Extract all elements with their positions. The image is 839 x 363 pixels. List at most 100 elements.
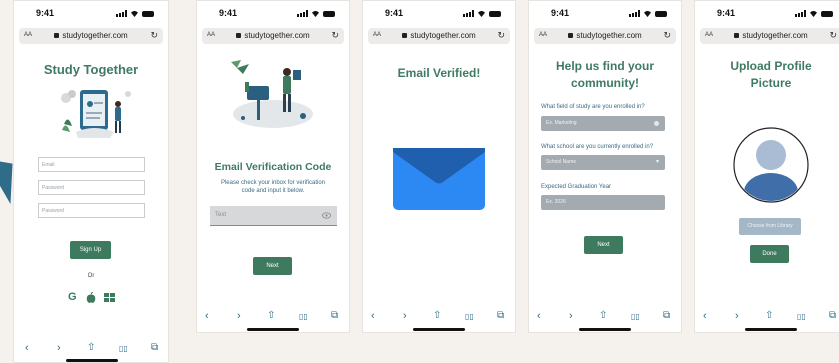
page-title: Email Verified! bbox=[397, 66, 481, 80]
reload-icon[interactable]: ↻ bbox=[663, 30, 671, 41]
address-bar[interactable]: AA studytogether.com ↻ bbox=[368, 28, 510, 44]
school-select[interactable]: School Name ▾ bbox=[541, 155, 665, 170]
bookmarks-icon[interactable]: ▯▯ bbox=[299, 312, 308, 321]
bookmarks-icon[interactable]: ▯▯ bbox=[119, 344, 128, 353]
forward-icon[interactable]: › bbox=[237, 310, 241, 322]
apple-icon[interactable] bbox=[86, 292, 96, 304]
tabs-icon[interactable]: ⧉ bbox=[829, 310, 836, 321]
signal-icon bbox=[297, 10, 308, 17]
reload-icon[interactable]: ↻ bbox=[331, 30, 339, 41]
next-button[interactable]: Next bbox=[584, 236, 623, 254]
bookmarks-icon[interactable]: ▯▯ bbox=[797, 312, 806, 321]
wifi-icon bbox=[644, 10, 651, 17]
forward-icon[interactable]: › bbox=[403, 310, 407, 322]
next-button[interactable]: Next bbox=[253, 257, 292, 275]
school-placeholder: School Name bbox=[546, 159, 577, 165]
share-icon[interactable]: ⇧ bbox=[599, 310, 607, 321]
field-of-study-placeholder: Ex. Marketing bbox=[546, 120, 577, 126]
bookmarks-icon[interactable]: ▯▯ bbox=[631, 312, 640, 321]
google-icon[interactable]: G bbox=[68, 291, 77, 303]
dropdown-arrow-icon: ▾ bbox=[655, 159, 659, 165]
eye-icon[interactable] bbox=[322, 212, 331, 219]
back-icon[interactable]: ‹ bbox=[371, 310, 375, 322]
browser-toolbar: ‹ › ⇧ ▯▯ ⧉ bbox=[14, 340, 168, 360]
tabs-icon[interactable]: ⧉ bbox=[331, 310, 338, 321]
mailbox-illustration bbox=[231, 60, 313, 128]
social-login-row: G bbox=[68, 291, 118, 305]
status-time: 9:41 bbox=[551, 8, 570, 18]
graduation-year-input[interactable]: Ex. 2026 bbox=[541, 195, 665, 210]
page-title: Email Verification Code bbox=[214, 161, 332, 173]
browser-toolbar: ‹ › ⇧ ▯▯ ⧉ bbox=[529, 308, 681, 328]
home-indicator[interactable] bbox=[579, 328, 631, 331]
status-bar: 9:41 bbox=[695, 8, 839, 22]
field-of-study-input[interactable]: Ex. Marketing bbox=[541, 116, 665, 131]
lock-icon bbox=[568, 33, 574, 38]
wifi-icon bbox=[131, 10, 138, 17]
share-icon[interactable]: ⇧ bbox=[765, 310, 773, 321]
share-icon[interactable]: ⇧ bbox=[433, 310, 441, 321]
search-icon bbox=[654, 121, 659, 126]
home-indicator[interactable] bbox=[745, 328, 797, 331]
home-indicator[interactable] bbox=[247, 328, 299, 331]
share-icon[interactable]: ⇧ bbox=[87, 342, 95, 353]
url-text: studytogether.com bbox=[410, 31, 476, 40]
tabs-icon[interactable]: ⧉ bbox=[497, 310, 504, 321]
tabs-icon[interactable]: ⧉ bbox=[151, 342, 158, 353]
address-bar[interactable]: AA studytogether.com ↻ bbox=[19, 28, 163, 44]
status-bar: 9:41 bbox=[14, 8, 168, 22]
signup-button[interactable]: Sign Up bbox=[70, 241, 111, 259]
address-bar[interactable]: AA studytogether.com ↻ bbox=[202, 28, 344, 44]
signal-icon bbox=[463, 10, 474, 17]
address-bar[interactable]: AA studytogether.com ↻ bbox=[700, 28, 839, 44]
wifi-icon bbox=[478, 10, 485, 17]
page-title: Study Together bbox=[43, 62, 139, 77]
bookmarks-icon[interactable]: ▯▯ bbox=[465, 312, 474, 321]
home-indicator[interactable] bbox=[413, 328, 465, 331]
choose-from-library-button[interactable]: Choose from Library bbox=[739, 218, 801, 235]
url-text: studytogether.com bbox=[244, 31, 310, 40]
windows-icon[interactable] bbox=[104, 293, 115, 303]
reload-icon[interactable]: ↻ bbox=[497, 30, 505, 41]
forward-icon[interactable]: › bbox=[57, 342, 61, 354]
confirm-password-field[interactable]: Password bbox=[38, 203, 145, 218]
forward-icon[interactable]: › bbox=[569, 310, 573, 322]
status-time: 9:41 bbox=[385, 8, 404, 18]
back-icon[interactable]: ‹ bbox=[537, 310, 541, 322]
status-icons bbox=[795, 10, 833, 17]
avatar-placeholder[interactable] bbox=[732, 126, 810, 204]
status-bar: 9:41 bbox=[363, 8, 515, 22]
status-icons bbox=[463, 10, 501, 17]
status-icons bbox=[116, 10, 154, 17]
password-field[interactable]: Password bbox=[38, 180, 145, 195]
address-bar[interactable]: AA studytogether.com ↻ bbox=[534, 28, 676, 44]
home-indicator[interactable] bbox=[66, 359, 118, 362]
browser-toolbar: ‹ › ⇧ ▯▯ ⧉ bbox=[363, 308, 515, 328]
email-field[interactable]: Email bbox=[38, 157, 145, 172]
lock-icon bbox=[54, 33, 60, 38]
reload-icon[interactable]: ↻ bbox=[829, 30, 837, 41]
reload-icon[interactable]: ↻ bbox=[150, 30, 158, 41]
graduation-year-placeholder: Ex. 2026 bbox=[546, 199, 566, 205]
status-time: 9:41 bbox=[717, 8, 736, 18]
forward-icon[interactable]: › bbox=[735, 310, 739, 322]
profile-picture-screen: 9:41 AA studytogether.com ↻ Upload Profi… bbox=[694, 0, 839, 333]
browser-toolbar: ‹ › ⇧ ▯▯ ⧉ bbox=[197, 308, 349, 328]
tabs-icon[interactable]: ⧉ bbox=[663, 310, 670, 321]
signup-screen: 9:41 AA studytogether.com ↻ Study Togeth… bbox=[13, 0, 169, 363]
browser-toolbar: ‹ › ⇧ ▯▯ ⧉ bbox=[695, 308, 839, 328]
signal-icon bbox=[795, 10, 806, 17]
share-icon[interactable]: ⇧ bbox=[267, 310, 275, 321]
wifi-icon bbox=[312, 10, 319, 17]
status-bar: 9:41 bbox=[197, 8, 349, 22]
page-title: Upload Profile Picture bbox=[730, 59, 812, 90]
status-icons bbox=[629, 10, 667, 17]
lock-icon bbox=[236, 33, 242, 38]
verification-code-input[interactable]: Text bbox=[210, 206, 337, 226]
signal-icon bbox=[629, 10, 640, 17]
done-button[interactable]: Done bbox=[750, 245, 789, 263]
back-icon[interactable]: ‹ bbox=[25, 342, 29, 354]
back-icon[interactable]: ‹ bbox=[205, 310, 209, 322]
status-time: 9:41 bbox=[36, 8, 55, 18]
back-icon[interactable]: ‹ bbox=[703, 310, 707, 322]
